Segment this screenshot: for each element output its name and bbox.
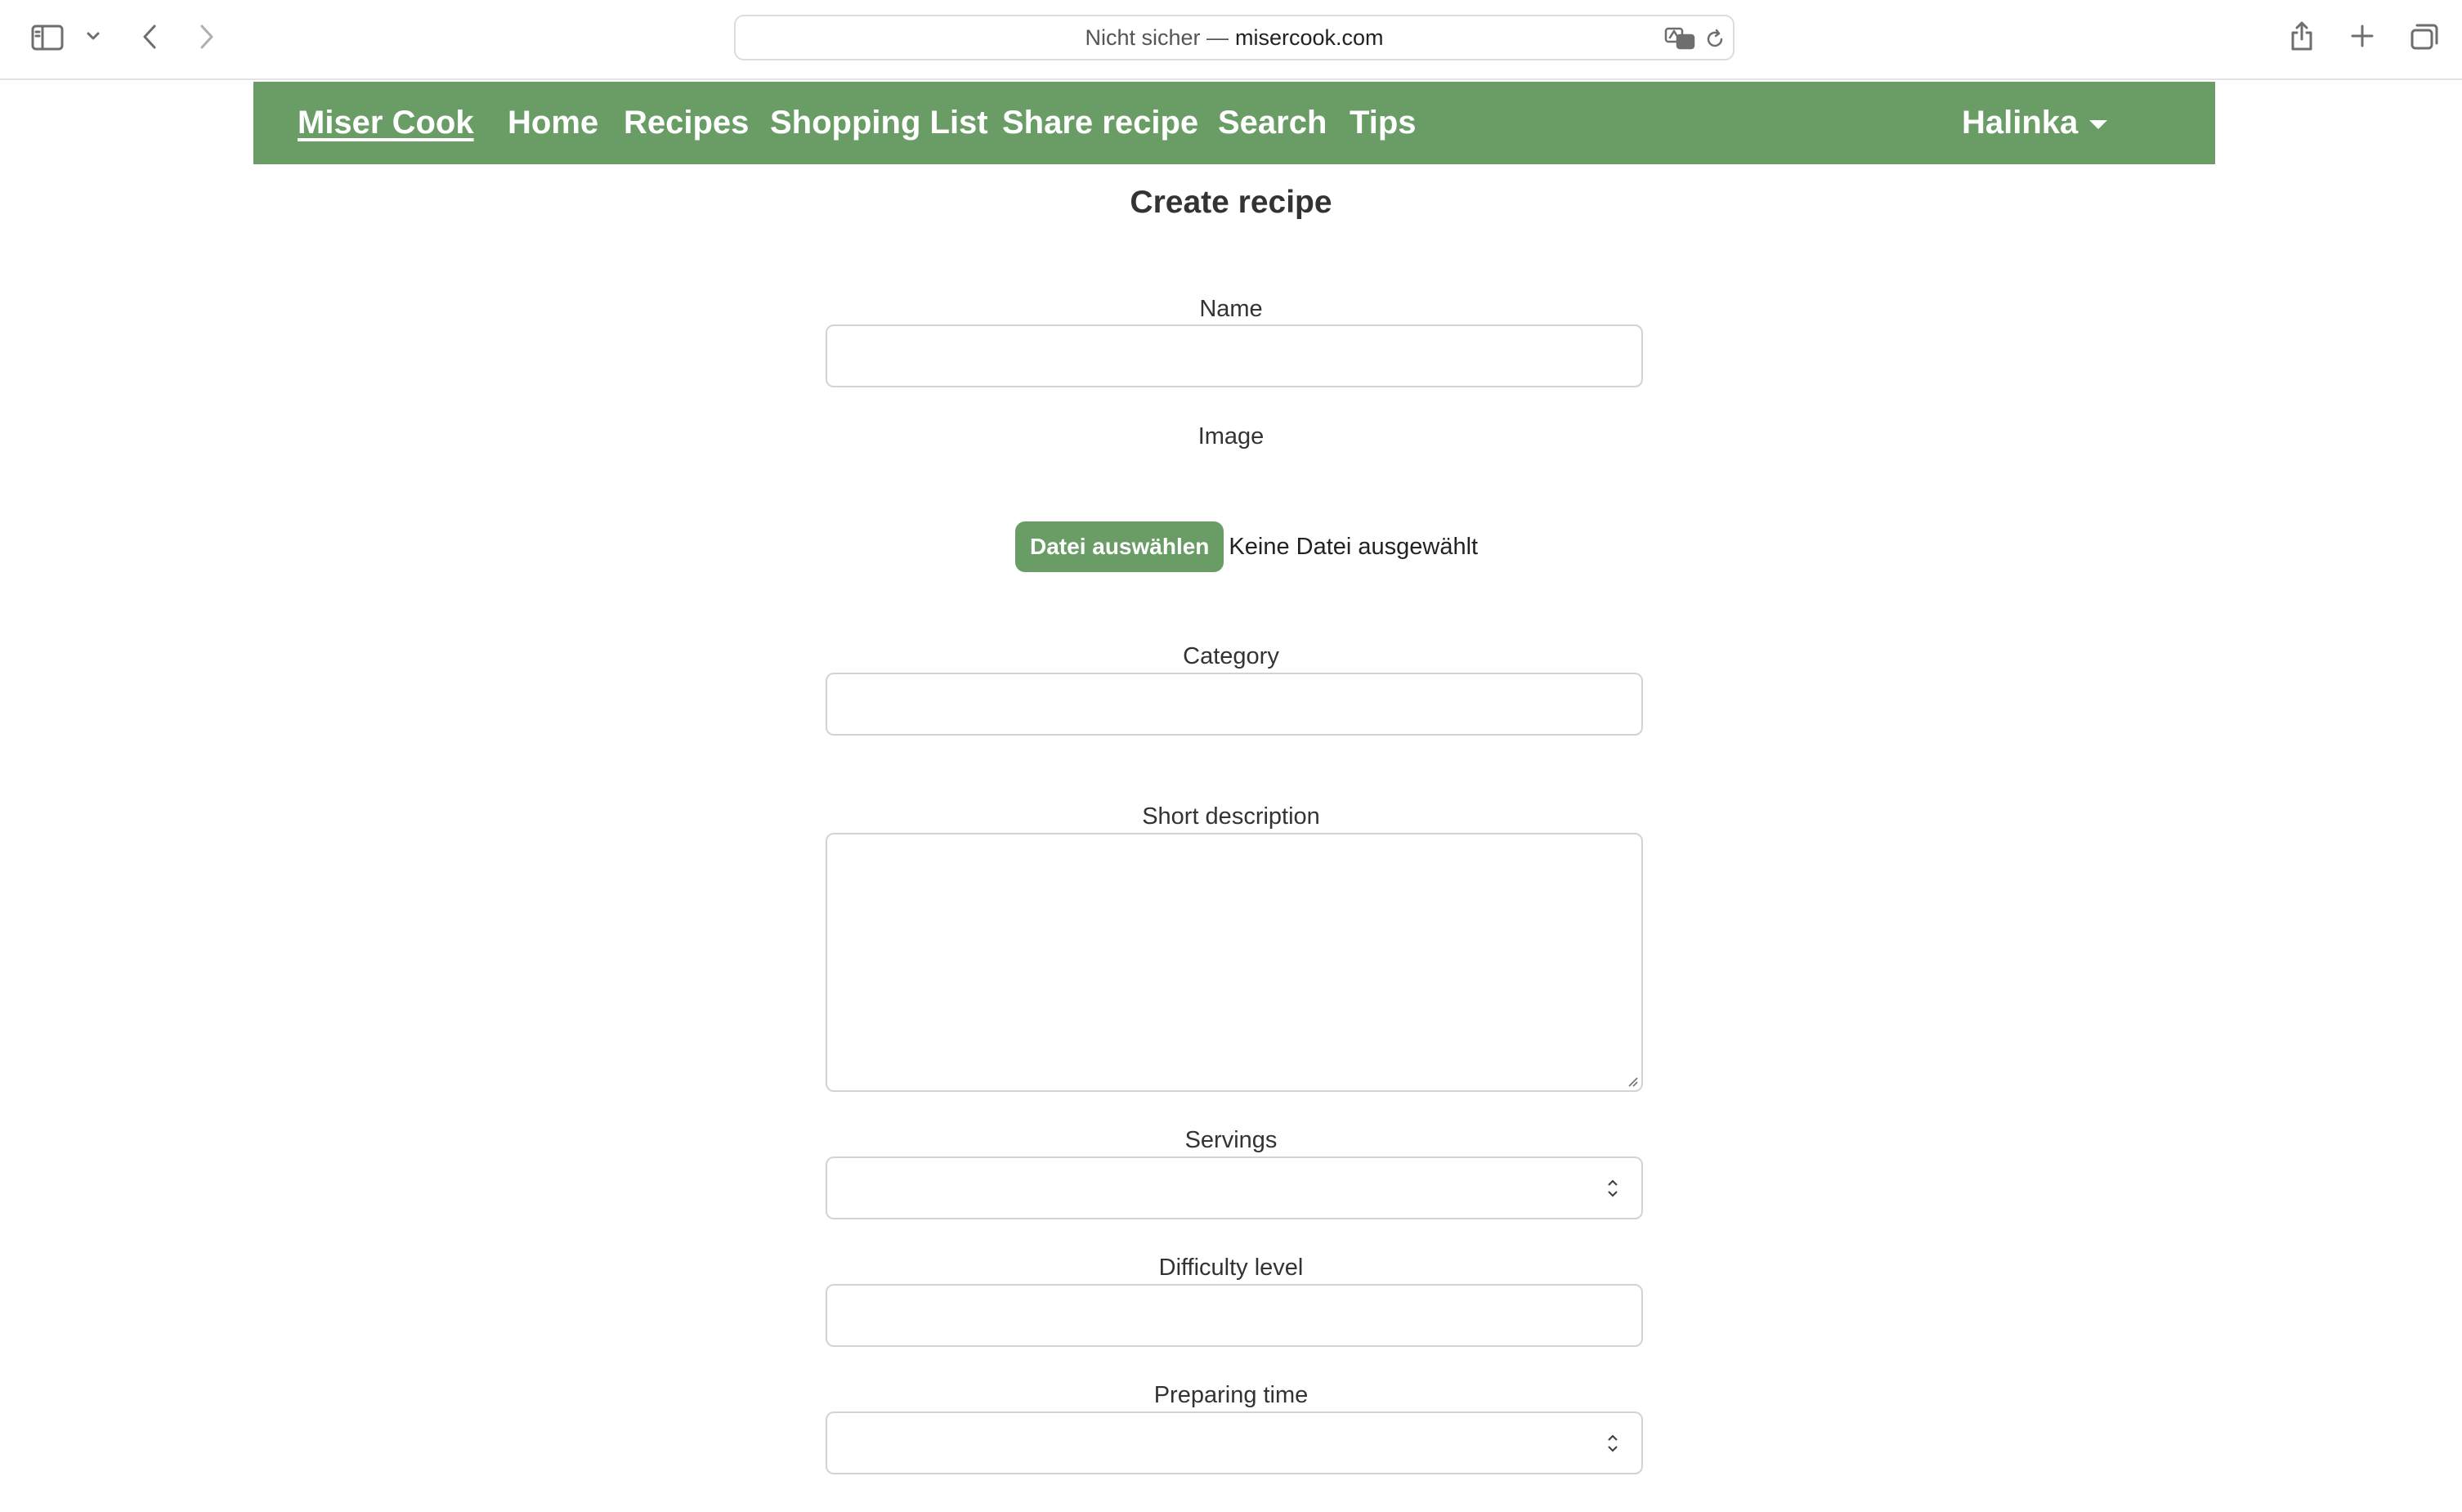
name-label: Name [1199, 296, 1263, 322]
file-status: Keine Datei ausgewählt [1229, 533, 1479, 560]
short-description-textarea[interactable] [826, 833, 1643, 1092]
forward-icon[interactable] [193, 20, 221, 54]
difficulty-level-input[interactable] [826, 1284, 1643, 1347]
user-name: Halinka [1962, 105, 2079, 141]
sidebar-toggle-icon[interactable] [29, 21, 65, 54]
url-domain: misercook.com [1235, 25, 1384, 50]
reload-icon[interactable] [1702, 26, 1728, 52]
nav-tips[interactable]: Tips [1350, 82, 1417, 164]
servings-input[interactable] [826, 1156, 1643, 1219]
preparing-time-input[interactable] [826, 1411, 1643, 1474]
servings-label: Servings [1184, 1127, 1278, 1153]
resize-handle-icon[interactable] [1625, 1074, 1638, 1087]
category-input[interactable] [826, 673, 1643, 736]
browser-toolbar: Nicht sicher — misercook.com [0, 0, 2462, 80]
stepper-icon[interactable] [1605, 1176, 1620, 1201]
choose-file-button[interactable]: Datei auswählen [1015, 521, 1224, 572]
stepper-icon[interactable] [1605, 1431, 1620, 1456]
translate-icon[interactable] [1663, 25, 1699, 52]
nav-search[interactable]: Search [1218, 82, 1327, 164]
chevron-down-icon[interactable] [83, 26, 103, 46]
nav-shopping-list[interactable]: Shopping List [770, 82, 988, 164]
site-navbar: Miser Cook Home Recipes Shopping List Sh… [253, 82, 2215, 164]
url-security-label: Nicht sicher — [1085, 25, 1229, 50]
image-file-input[interactable]: Datei auswählen Keine Datei ausgewählt [1015, 521, 1478, 572]
difficulty-level-label: Difficulty level [1158, 1255, 1304, 1281]
nav-recipes[interactable]: Recipes [624, 82, 749, 164]
address-bar[interactable]: Nicht sicher — misercook.com [734, 15, 1735, 60]
brand-link[interactable]: Miser Cook [298, 82, 474, 164]
short-description-label: Short description [1142, 803, 1320, 830]
back-icon[interactable] [136, 20, 163, 54]
name-input[interactable] [826, 324, 1643, 387]
caret-down-icon [2089, 120, 2108, 129]
nav-home[interactable]: Home [508, 82, 598, 164]
url-text: Nicht sicher — misercook.com [736, 16, 1733, 59]
new-tab-icon[interactable] [2348, 21, 2377, 51]
category-label: Category [1183, 643, 1279, 669]
image-label: Image [1197, 423, 1265, 450]
tab-overview-icon[interactable] [2408, 21, 2441, 52]
page-title: Create recipe [1130, 185, 1332, 220]
preparing-time-label: Preparing time [1153, 1382, 1309, 1408]
share-icon[interactable] [2287, 16, 2317, 56]
nav-share-recipe[interactable]: Share recipe [1002, 82, 1198, 164]
user-menu[interactable]: Halinka [1962, 82, 2108, 164]
